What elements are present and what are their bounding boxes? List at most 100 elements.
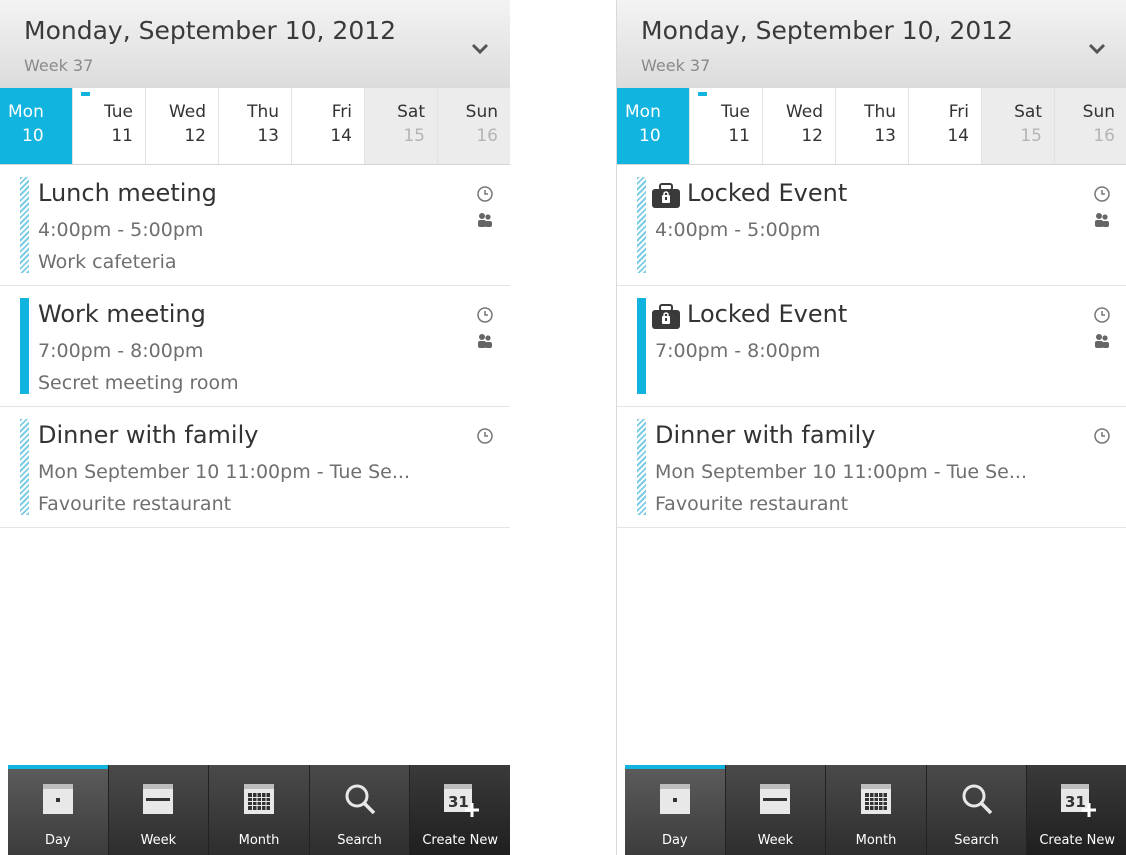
tab-month[interactable]: Month [209, 765, 310, 855]
day-name: Fri [948, 102, 969, 122]
search-icon [962, 784, 992, 815]
day-cell-sat[interactable]: Sat 15 [982, 88, 1055, 164]
day-name: Thu [864, 102, 896, 122]
day-number: 14 [947, 126, 969, 146]
busy-status-bar [637, 298, 646, 394]
day-cell-sat[interactable]: Sat 15 [365, 88, 438, 164]
week-calendar-icon [760, 784, 791, 814]
date-title: Monday, September 10, 2012 [641, 16, 1014, 45]
tab-label: Create New [422, 833, 499, 848]
week-calendar-icon [143, 784, 174, 814]
event-item[interactable]: Locked Event 7:00pm - 8:00pm [617, 286, 1126, 407]
lock-icon [652, 183, 680, 208]
clock-icon [477, 307, 493, 323]
week-label: Week 37 [641, 56, 711, 75]
day-number: 10 [639, 126, 661, 146]
tab-create-new[interactable]: 31 Create New [1027, 765, 1126, 855]
event-list: Lunch meeting 4:00pm - 5:00pm Work cafet… [0, 165, 510, 528]
tab-label: Search [954, 833, 999, 848]
event-time: 7:00pm - 8:00pm [655, 340, 821, 362]
day-cell-thu[interactable]: Thu 13 [219, 88, 292, 164]
bottom-action-bar: Day Week Month Search 31 Create New [625, 765, 1126, 855]
attendees-icon [1095, 213, 1109, 227]
day-number: 10 [22, 126, 44, 146]
date-header[interactable]: Monday, September 10, 2012 Week 37 [617, 0, 1126, 89]
day-number: 11 [111, 126, 133, 146]
tentative-status-bar [20, 419, 29, 515]
event-location: Work cafeteria [38, 251, 177, 273]
attendees-icon [1095, 334, 1109, 348]
chevron-down-icon[interactable] [466, 34, 494, 62]
week-day-strip: Mon 10 Tue 11 Wed 12 Thu 13 Fri 14 Sat 1… [0, 88, 510, 165]
tab-week[interactable]: Week [109, 765, 210, 855]
tab-label: Day [44, 833, 71, 848]
tab-search[interactable]: Search [310, 765, 411, 855]
tab-day[interactable]: Day [8, 765, 109, 855]
calendar-screen-locked: Monday, September 10, 2012 Week 37 Mon 1… [616, 0, 1126, 855]
tentative-status-bar [637, 177, 646, 273]
event-time: 4:00pm - 5:00pm [655, 219, 821, 241]
chevron-down-icon[interactable] [1083, 34, 1111, 62]
tab-create-new[interactable]: 31 Create New [410, 765, 510, 855]
event-location: Favourite restaurant [655, 493, 849, 515]
day-name: Sat [1014, 102, 1042, 122]
day-number: 15 [1020, 126, 1042, 146]
search-icon [345, 784, 375, 815]
day-number: 16 [476, 126, 498, 146]
event-item[interactable]: Dinner with family Mon September 10 11:0… [617, 407, 1126, 528]
event-item[interactable]: Lunch meeting 4:00pm - 5:00pm Work cafet… [0, 165, 510, 286]
day-name: Fri [331, 102, 352, 122]
month-calendar-icon [243, 784, 274, 814]
tab-week[interactable]: Week [726, 765, 827, 855]
day-cell-fri[interactable]: Fri 14 [292, 88, 365, 164]
clock-icon [1094, 307, 1110, 323]
lock-icon [652, 304, 680, 329]
day-calendar-icon [659, 784, 690, 814]
clock-icon [1094, 186, 1110, 202]
month-calendar-icon [860, 784, 891, 814]
tab-label: Month [238, 833, 280, 848]
attendees-icon [478, 213, 492, 227]
day-cell-mon[interactable]: Mon 10 [617, 88, 690, 164]
day-cell-wed[interactable]: Wed 12 [146, 88, 219, 164]
event-title: Locked Event [687, 300, 848, 328]
event-indicator [81, 92, 90, 96]
event-item[interactable]: Work meeting 7:00pm - 8:00pm Secret meet… [0, 286, 510, 407]
create-event-icon: 31 [1061, 784, 1097, 817]
calendar-screen-unlocked: Monday, September 10, 2012 Week 37 Mon 1… [0, 0, 510, 855]
date-header[interactable]: Monday, September 10, 2012 Week 37 [0, 0, 510, 89]
day-name: Mon [625, 102, 661, 122]
day-cell-sun[interactable]: Sun 16 [438, 88, 510, 164]
busy-status-bar [20, 298, 29, 394]
clock-icon [1094, 428, 1110, 444]
event-time: Mon September 10 11:00pm - Tue Se... [655, 461, 1027, 483]
tab-search[interactable]: Search [927, 765, 1028, 855]
week-day-strip: Mon 10 Tue 11 Wed 12 Thu 13 Fri 14 Sat 1… [617, 88, 1126, 165]
event-title: Dinner with family [655, 421, 876, 449]
day-cell-mon[interactable]: Mon 10 [0, 88, 73, 164]
week-label: Week 37 [24, 56, 94, 75]
bottom-action-bar: Day Week Month Search 31 Create New [8, 765, 510, 855]
day-cell-sun[interactable]: Sun 16 [1055, 88, 1126, 164]
day-cell-tue[interactable]: Tue 11 [690, 88, 763, 164]
day-name: Sat [397, 102, 425, 122]
tab-label: Day [661, 833, 688, 848]
day-cell-thu[interactable]: Thu 13 [836, 88, 909, 164]
day-number: 13 [874, 126, 896, 146]
tab-day[interactable]: Day [625, 765, 726, 855]
event-item[interactable]: Locked Event 4:00pm - 5:00pm [617, 165, 1126, 286]
svg-text:31: 31 [448, 793, 469, 811]
day-number: 12 [801, 126, 823, 146]
day-cell-tue[interactable]: Tue 11 [73, 88, 146, 164]
tentative-status-bar [637, 419, 646, 515]
day-number: 13 [257, 126, 279, 146]
day-number: 14 [330, 126, 352, 146]
event-title: Work meeting [38, 300, 206, 328]
day-cell-fri[interactable]: Fri 14 [909, 88, 982, 164]
event-location: Favourite restaurant [38, 493, 232, 515]
day-number: 16 [1093, 126, 1115, 146]
event-title: Dinner with family [38, 421, 259, 449]
event-item[interactable]: Dinner with family Mon September 10 11:0… [0, 407, 510, 528]
day-cell-wed[interactable]: Wed 12 [763, 88, 836, 164]
tab-month[interactable]: Month [826, 765, 927, 855]
